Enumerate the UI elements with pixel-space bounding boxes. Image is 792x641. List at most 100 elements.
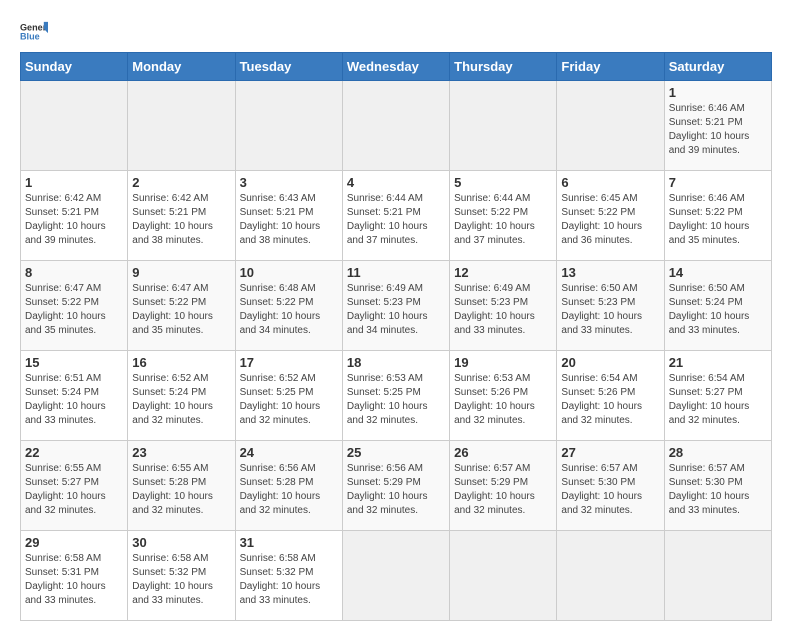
day-number: 19	[454, 355, 552, 370]
day-info: Sunrise: 6:49 AMSunset: 5:23 PMDaylight:…	[347, 282, 445, 338]
calendar-body: 1 Sunrise: 6:46 AMSunset: 5:21 PMDaylight…	[21, 81, 772, 621]
day-info: Sunrise: 6:55 AMSunset: 5:28 PMDaylight:…	[132, 462, 230, 518]
calendar-cell: 6Sunrise: 6:45 AMSunset: 5:22 PMDaylight…	[557, 171, 664, 261]
day-info: Sunrise: 6:45 AMSunset: 5:22 PMDaylight:…	[561, 192, 659, 248]
day-number: 29	[25, 535, 123, 550]
header-day-saturday: Saturday	[664, 53, 771, 81]
week-row-3: 8 Sunrise: 6:47 AMSunset: 5:22 PMDaylight…	[21, 261, 772, 351]
calendar-header: SundayMondayTuesdayWednesdayThursdayFrid…	[21, 53, 772, 81]
calendar-cell	[557, 81, 664, 171]
header-day-sunday: Sunday	[21, 53, 128, 81]
calendar-table: SundayMondayTuesdayWednesdayThursdayFrid…	[20, 52, 772, 621]
day-number: 23	[132, 445, 230, 460]
calendar-cell	[450, 531, 557, 621]
calendar-cell: 27 Sunrise: 6:57 AMSunset: 5:30 PMDayligh…	[557, 441, 664, 531]
day-number: 1	[669, 85, 767, 100]
calendar-cell: 20Sunrise: 6:54 AMSunset: 5:26 PMDayligh…	[557, 351, 664, 441]
day-number: 21	[669, 355, 767, 370]
week-row-2: 1 Sunrise: 6:42 AMSunset: 5:21 PMDaylight…	[21, 171, 772, 261]
day-number: 11	[347, 265, 445, 280]
calendar-cell	[128, 81, 235, 171]
day-number: 24	[240, 445, 338, 460]
week-row-5: 22 Sunrise: 6:55 AMSunset: 5:27 PMDayligh…	[21, 441, 772, 531]
calendar-cell: 14Sunrise: 6:50 AMSunset: 5:24 PMDayligh…	[664, 261, 771, 351]
calendar-cell: 12 Sunrise: 6:49 AMSunset: 5:23 PMDayligh…	[450, 261, 557, 351]
day-number: 4	[347, 175, 445, 190]
calendar-cell: 18 Sunrise: 6:53 AMSunset: 5:25 PMDayligh…	[342, 351, 449, 441]
calendar-cell: 26 Sunrise: 6:57 AMSunset: 5:29 PMDayligh…	[450, 441, 557, 531]
day-info: Sunrise: 6:57 AMSunset: 5:29 PMDaylight:…	[454, 462, 552, 518]
week-row-6: 29 Sunrise: 6:58 AMSunset: 5:31 PMDayligh…	[21, 531, 772, 621]
calendar-cell: 24 Sunrise: 6:56 AMSunset: 5:28 PMDayligh…	[235, 441, 342, 531]
calendar-cell: 2 Sunrise: 6:42 AMSunset: 5:21 PMDaylight…	[128, 171, 235, 261]
day-number: 31	[240, 535, 338, 550]
day-info: Sunrise: 6:44 AMSunset: 5:22 PMDaylight:…	[454, 192, 552, 248]
day-number: 9	[132, 265, 230, 280]
day-info: Sunrise: 6:58 AMSunset: 5:32 PMDaylight:…	[132, 552, 230, 608]
calendar-cell: 15Sunrise: 6:51 AMSunset: 5:24 PMDayligh…	[21, 351, 128, 441]
calendar-cell: 10 Sunrise: 6:48 AMSunset: 5:22 PMDayligh…	[235, 261, 342, 351]
day-number: 8	[25, 265, 123, 280]
day-number: 25	[347, 445, 445, 460]
day-number: 10	[240, 265, 338, 280]
svg-text:Blue: Blue	[20, 31, 40, 41]
day-number: 7	[669, 175, 767, 190]
day-number: 27	[561, 445, 659, 460]
day-number: 1	[25, 175, 123, 190]
calendar-cell	[21, 81, 128, 171]
day-info: Sunrise: 6:43 AMSunset: 5:21 PMDaylight:…	[240, 192, 338, 248]
day-info: Sunrise: 6:52 AMSunset: 5:24 PMDaylight:…	[132, 372, 230, 428]
header-day-monday: Monday	[128, 53, 235, 81]
calendar-cell: 28 Sunrise: 6:57 AMSunset: 5:30 PMDayligh…	[664, 441, 771, 531]
day-number: 18	[347, 355, 445, 370]
calendar-cell: 30 Sunrise: 6:58 AMSunset: 5:32 PMDayligh…	[128, 531, 235, 621]
calendar-cell: 29 Sunrise: 6:58 AMSunset: 5:31 PMDayligh…	[21, 531, 128, 621]
calendar-cell: 31 Sunrise: 6:58 AMSunset: 5:32 PMDayligh…	[235, 531, 342, 621]
calendar-cell	[342, 81, 449, 171]
day-info: Sunrise: 6:58 AMSunset: 5:31 PMDaylight:…	[25, 552, 123, 608]
header-day-wednesday: Wednesday	[342, 53, 449, 81]
day-number: 22	[25, 445, 123, 460]
day-number: 17	[240, 355, 338, 370]
calendar-cell	[557, 531, 664, 621]
day-info: Sunrise: 6:56 AMSunset: 5:28 PMDaylight:…	[240, 462, 338, 518]
header-day-friday: Friday	[557, 53, 664, 81]
calendar-cell: 9 Sunrise: 6:47 AMSunset: 5:22 PMDaylight…	[128, 261, 235, 351]
day-number: 26	[454, 445, 552, 460]
day-number: 12	[454, 265, 552, 280]
day-info: Sunrise: 6:42 AMSunset: 5:21 PMDaylight:…	[132, 192, 230, 248]
day-info: Sunrise: 6:47 AMSunset: 5:22 PMDaylight:…	[132, 282, 230, 338]
day-number: 15	[25, 355, 123, 370]
day-info: Sunrise: 6:49 AMSunset: 5:23 PMDaylight:…	[454, 282, 552, 338]
header-day-thursday: Thursday	[450, 53, 557, 81]
day-number: 2	[132, 175, 230, 190]
calendar-cell: 16Sunrise: 6:52 AMSunset: 5:24 PMDayligh…	[128, 351, 235, 441]
calendar-cell	[450, 81, 557, 171]
calendar-cell: 21 Sunrise: 6:54 AMSunset: 5:27 PMDayligh…	[664, 351, 771, 441]
day-info: Sunrise: 6:53 AMSunset: 5:26 PMDaylight:…	[454, 372, 552, 428]
day-number: 3	[240, 175, 338, 190]
day-info: Sunrise: 6:46 AMSunset: 5:21 PMDaylight:…	[669, 102, 767, 158]
calendar-cell: 25 Sunrise: 6:56 AMSunset: 5:29 PMDayligh…	[342, 441, 449, 531]
calendar-cell: 17Sunrise: 6:52 AMSunset: 5:25 PMDayligh…	[235, 351, 342, 441]
header-row: SundayMondayTuesdayWednesdayThursdayFrid…	[21, 53, 772, 81]
week-row-1: 1 Sunrise: 6:46 AMSunset: 5:21 PMDaylight…	[21, 81, 772, 171]
day-info: Sunrise: 6:48 AMSunset: 5:22 PMDaylight:…	[240, 282, 338, 338]
day-info: Sunrise: 6:54 AMSunset: 5:27 PMDaylight:…	[669, 372, 767, 428]
day-number: 30	[132, 535, 230, 550]
day-info: Sunrise: 6:57 AMSunset: 5:30 PMDaylight:…	[669, 462, 767, 518]
day-info: Sunrise: 6:53 AMSunset: 5:25 PMDaylight:…	[347, 372, 445, 428]
day-info: Sunrise: 6:57 AMSunset: 5:30 PMDaylight:…	[561, 462, 659, 518]
day-info: Sunrise: 6:58 AMSunset: 5:32 PMDaylight:…	[240, 552, 338, 608]
logo-icon: General Blue	[20, 20, 48, 42]
calendar-cell	[342, 531, 449, 621]
day-number: 13	[561, 265, 659, 280]
calendar-cell: 22 Sunrise: 6:55 AMSunset: 5:27 PMDayligh…	[21, 441, 128, 531]
day-info: Sunrise: 6:55 AMSunset: 5:27 PMDaylight:…	[25, 462, 123, 518]
day-info: Sunrise: 6:56 AMSunset: 5:29 PMDaylight:…	[347, 462, 445, 518]
day-info: Sunrise: 6:54 AMSunset: 5:26 PMDaylight:…	[561, 372, 659, 428]
calendar-cell: 1 Sunrise: 6:46 AMSunset: 5:21 PMDaylight…	[664, 81, 771, 171]
day-info: Sunrise: 6:50 AMSunset: 5:23 PMDaylight:…	[561, 282, 659, 338]
calendar-cell: 4Sunrise: 6:44 AMSunset: 5:21 PMDaylight…	[342, 171, 449, 261]
day-number: 28	[669, 445, 767, 460]
